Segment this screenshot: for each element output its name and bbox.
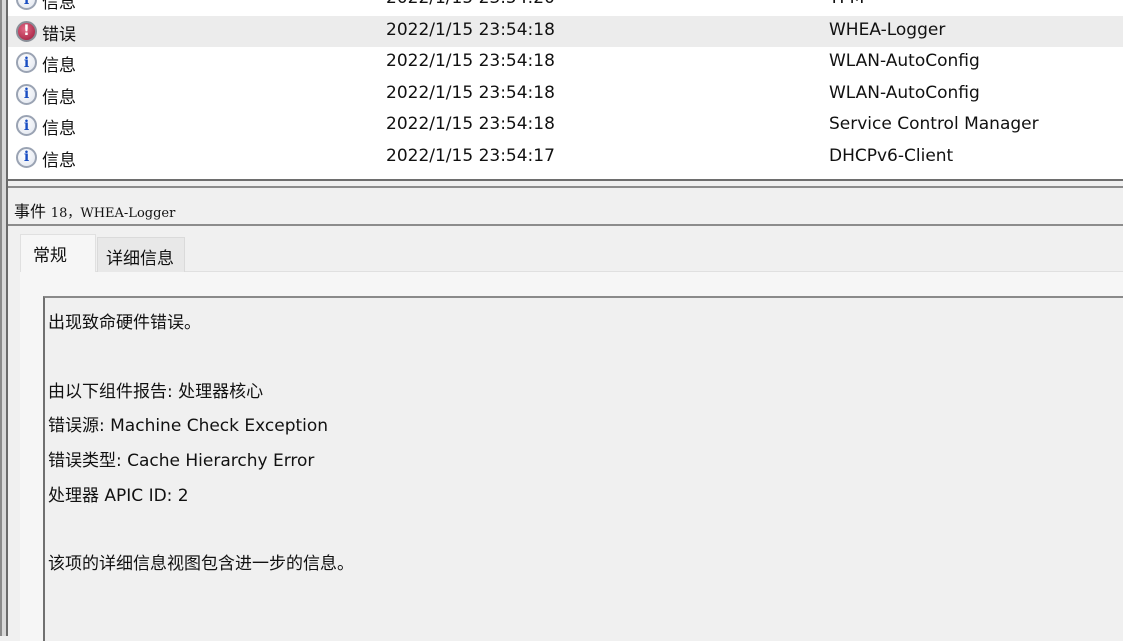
event-source: WHEA-Logger: [829, 19, 946, 40]
event-source: Service Control Manager: [829, 114, 1039, 134]
event-row[interactable]: i 信息 2022/1/15 23:54:18 WLAN-AutoConfig: [8, 79, 1123, 110]
description-line: 出现致命硬件错误。: [48, 313, 201, 333]
event-date: 2022/1/15 23:54:18: [386, 19, 555, 40]
event-level: 信息: [42, 119, 76, 139]
event-source: DHCPv6-Client: [829, 145, 954, 166]
event-row[interactable]: i 信息 2022/1/15 23:54:18 Service Control Man…: [8, 110, 1123, 141]
event-title-prefix: 事件: [14, 202, 47, 221]
event-detail-header: 事件 18，WHEA-Logger: [8, 186, 1123, 226]
event-source: WLAN-AutoConfig: [829, 51, 980, 71]
event-title-id: 18，WHEA-Logger: [50, 206, 176, 221]
event-date: 2022/1/15 23:54:18: [386, 82, 555, 103]
event-list[interactable]: i信息2022/1/15 23:54:20TPM!错误2022/1/15 23:…: [8, 0, 1123, 181]
description-line: 由以下组件报告: 处理器核心: [48, 382, 264, 402]
event-level: 信息: [42, 0, 76, 13]
description-line: 错误源: Machine Check Exception: [48, 416, 329, 436]
info-icon: i: [16, 115, 37, 136]
event-date: 2022/1/15 23:54:18: [386, 114, 555, 134]
description-line: 处理器 APIC ID: 2: [48, 486, 189, 506]
tab-details[interactable]: 详细信息: [97, 237, 185, 272]
event-level: 信息: [42, 56, 76, 76]
info-icon: i: [16, 146, 37, 168]
event-row[interactable]: i 信息 2022/1/15 23:54:17 DHCPv6-Client: [8, 142, 1123, 173]
event-level: 信息: [42, 87, 76, 108]
event-source: WLAN-AutoConfig: [829, 82, 980, 103]
error-icon: !: [16, 20, 37, 42]
event-date: 2022/1/15 23:54:18: [386, 51, 555, 71]
info-icon: i: [16, 0, 37, 10]
description-line: 错误类型: Cache Hierarchy Error: [48, 451, 315, 471]
info-icon: i: [16, 52, 37, 73]
event-date: 2022/1/15 23:54:20: [386, 0, 555, 8]
info-icon: i: [16, 83, 37, 105]
event-description[interactable]: 出现致命硬件错误。由以下组件报告: 处理器核心错误源: Machine Chec…: [43, 296, 1123, 641]
event-row[interactable]: i 信息 2022/1/15 23:54:20 TPM: [8, 0, 1123, 15]
splitter-edge: [0, 0, 8, 636]
event-date: 2022/1/15 23:54:17: [386, 145, 555, 166]
event-level: 信息: [42, 150, 76, 171]
event-title: 事件 18，WHEA-Logger: [14, 198, 175, 222]
event-level: 错误: [42, 24, 76, 45]
event-row[interactable]: ! 错误 2022/1/15 23:54:18 WHEA-Logger: [8, 15, 1123, 47]
event-source: TPM: [829, 0, 864, 8]
event-row[interactable]: i 信息 2022/1/15 23:54:18 WLAN-AutoConfig: [8, 47, 1123, 78]
tab-general[interactable]: 常规: [20, 234, 96, 272]
description-line: 该项的详细信息视图包含进一步的信息。: [48, 554, 354, 574]
